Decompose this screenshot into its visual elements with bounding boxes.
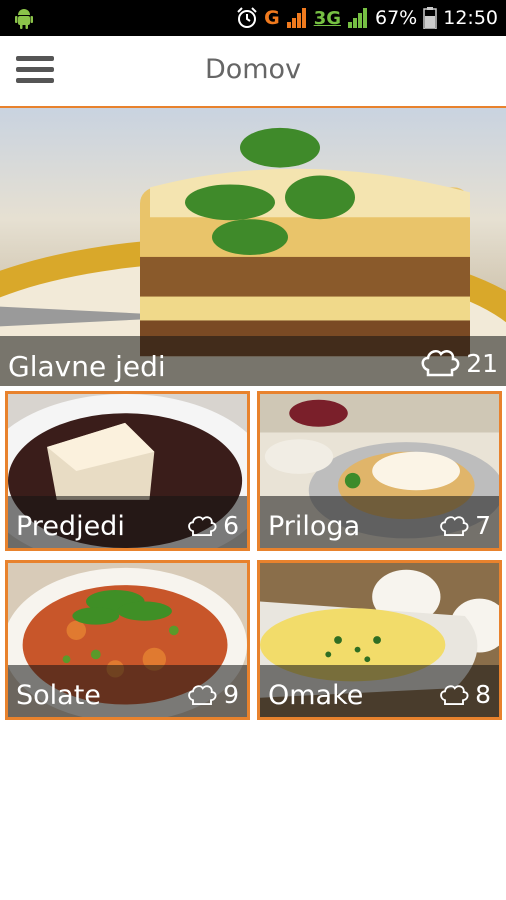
category-tile-omake[interactable]: Omake 8: [257, 560, 502, 720]
chef-hat-icon: [440, 515, 469, 536]
signal-bars-3g-icon: [348, 8, 367, 28]
category-label: Glavne jedi: [8, 350, 166, 383]
chef-hat-icon: [188, 515, 217, 536]
category-tile-priloga[interactable]: Priloga 7: [257, 391, 502, 551]
category-label: Priloga: [268, 511, 361, 542]
category-label: Predjedi: [16, 511, 125, 542]
category-label: Omake: [268, 680, 364, 711]
chef-hat-icon: [421, 349, 460, 377]
network-3g-indicator: 3G: [313, 7, 341, 29]
recipe-count-value: 21: [466, 348, 498, 378]
battery-icon: [423, 7, 437, 29]
recipe-count: 9: [187, 680, 239, 709]
tile-caption: Omake 8: [260, 665, 499, 717]
status-bar: G 3G 67% 12:50: [0, 0, 506, 36]
chef-hat-icon: [188, 684, 217, 705]
page-title: Domov: [204, 54, 302, 85]
recipe-count-value: 9: [223, 680, 239, 709]
category-tile-glavne-jedi[interactable]: Glavne jedi 21: [0, 106, 506, 386]
recipe-count: 21: [420, 348, 498, 378]
recipe-count-value: 6: [223, 511, 239, 540]
signal-bars-icon: [286, 8, 306, 28]
clock: 12:50: [443, 7, 498, 29]
tile-caption: Solate 9: [8, 665, 247, 717]
chef-hat-icon: [440, 684, 469, 705]
recipe-count: 8: [439, 680, 491, 709]
battery-percentage: 67%: [375, 7, 418, 29]
tile-caption: Glavne jedi 21: [0, 336, 506, 386]
category-tile-predjedi[interactable]: Predjedi 6: [5, 391, 250, 551]
recipe-count: 7: [439, 511, 491, 540]
recipe-count-value: 8: [475, 680, 491, 709]
recipe-count: 6: [187, 511, 239, 540]
action-bar: Domov: [0, 36, 506, 106]
network-g-indicator: G: [264, 7, 280, 29]
category-label: Solate: [16, 680, 101, 711]
recipe-count-value: 7: [475, 511, 491, 540]
category-tile-solate[interactable]: Solate 9: [5, 560, 250, 720]
tile-caption: Predjedi 6: [8, 496, 247, 548]
tile-caption: Priloga 7: [260, 496, 499, 548]
alarm-clock-icon: [237, 7, 257, 28]
android-icon: [15, 9, 33, 29]
